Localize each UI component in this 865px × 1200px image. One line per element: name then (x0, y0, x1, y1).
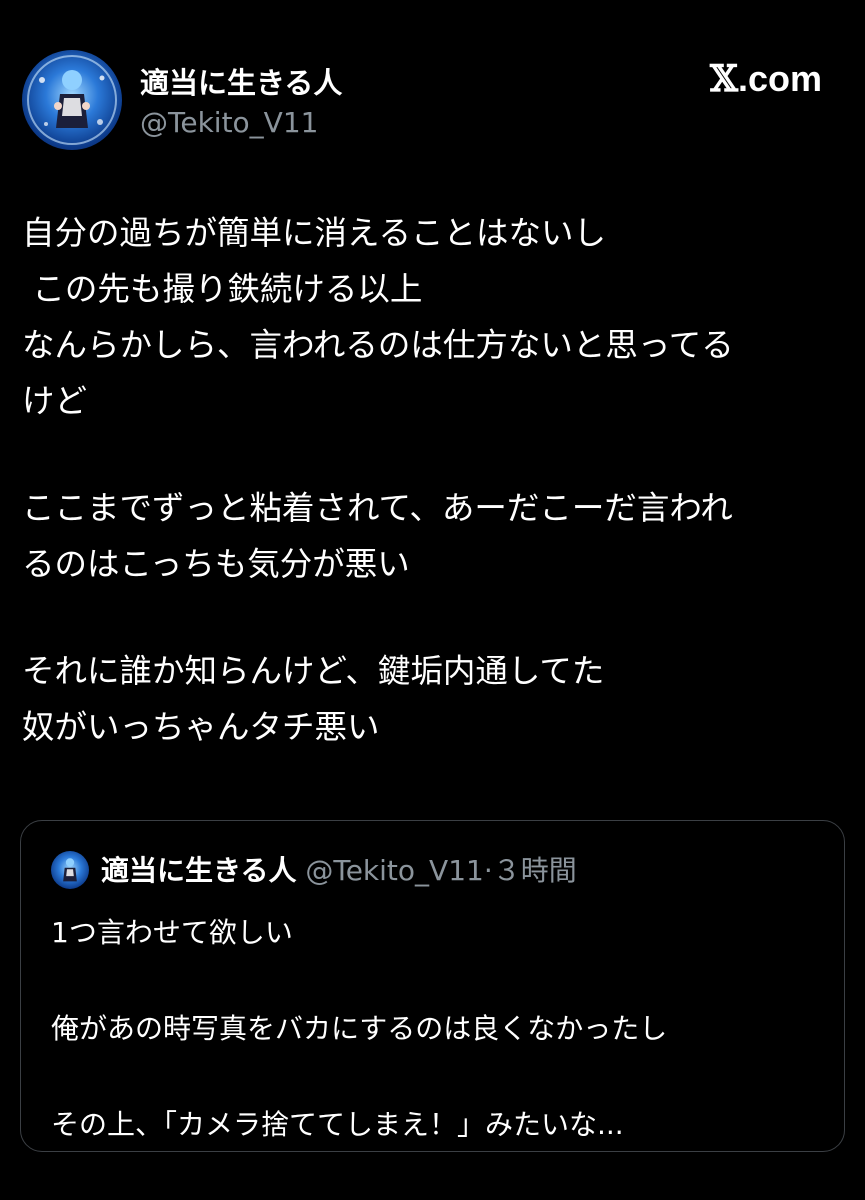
meta-separator: · (483, 854, 493, 887)
post-line: なんらかしら、言われるのは仕方ないと思ってる (22, 326, 734, 364)
author-handle[interactable]: @Tekito_V11 (140, 106, 318, 139)
x-logo-icon: 𝕏 (710, 58, 738, 100)
author-name[interactable]: 適当に生きる人 (140, 60, 342, 102)
avatar[interactable] (22, 50, 122, 150)
quoted-line: 1つ言わせて欲しい (51, 916, 293, 949)
post-line: るのはこっちも気分が悪い (22, 545, 410, 583)
post-line: けど (22, 382, 88, 420)
top-edge (0, 0, 865, 6)
quoted-author-handle[interactable]: @Tekito_V11 (305, 854, 483, 887)
quoted-post-text: 1つ言わせて欲しい 俺があの時写真をバカにするのは良くなかったし その上、「カメ… (51, 909, 821, 1149)
quoted-post-card[interactable]: 適当に生きる人 @Tekito_V11·３時間 1つ言わせて欲しい 俺があの時写… (20, 820, 845, 1152)
quoted-avatar[interactable] (51, 851, 89, 889)
avatar-illustration-icon (63, 858, 77, 882)
x-com-logo: 𝕏.com (710, 58, 822, 100)
quoted-line: 俺があの時写真をバカにするのは良くなかったし (51, 1012, 668, 1045)
quoted-post-header: 適当に生きる人 @Tekito_V11·３時間 (101, 849, 577, 889)
post-line: それに誰か知らんけど、鍵垢内通してた (22, 652, 605, 690)
post-body: 自分の過ちが簡単に消えることはないし この先も撮り鉄続ける以上 なんらかしら、言… (22, 205, 842, 755)
post-line: 自分の過ちが簡単に消えることはないし (22, 214, 607, 252)
avatar-illustration-icon (27, 55, 117, 145)
post-line: 奴がいっちゃんタチ悪い (22, 708, 380, 746)
post-header: 適当に生きる人 @Tekito_V11 𝕏.com (22, 50, 822, 150)
quoted-author-name[interactable]: 適当に生きる人 (101, 854, 296, 887)
post-line: この先も撮り鉄続ける以上 (22, 270, 423, 308)
logo-suffix: .com (737, 58, 822, 99)
quoted-post-time[interactable]: ３時間 (493, 854, 577, 887)
quoted-line: その上、「カメラ捨ててしまえ！」みたいな... (51, 1108, 624, 1141)
post-line: ここまでずっと粘着されて、あーだこーだ言われ (22, 489, 733, 527)
